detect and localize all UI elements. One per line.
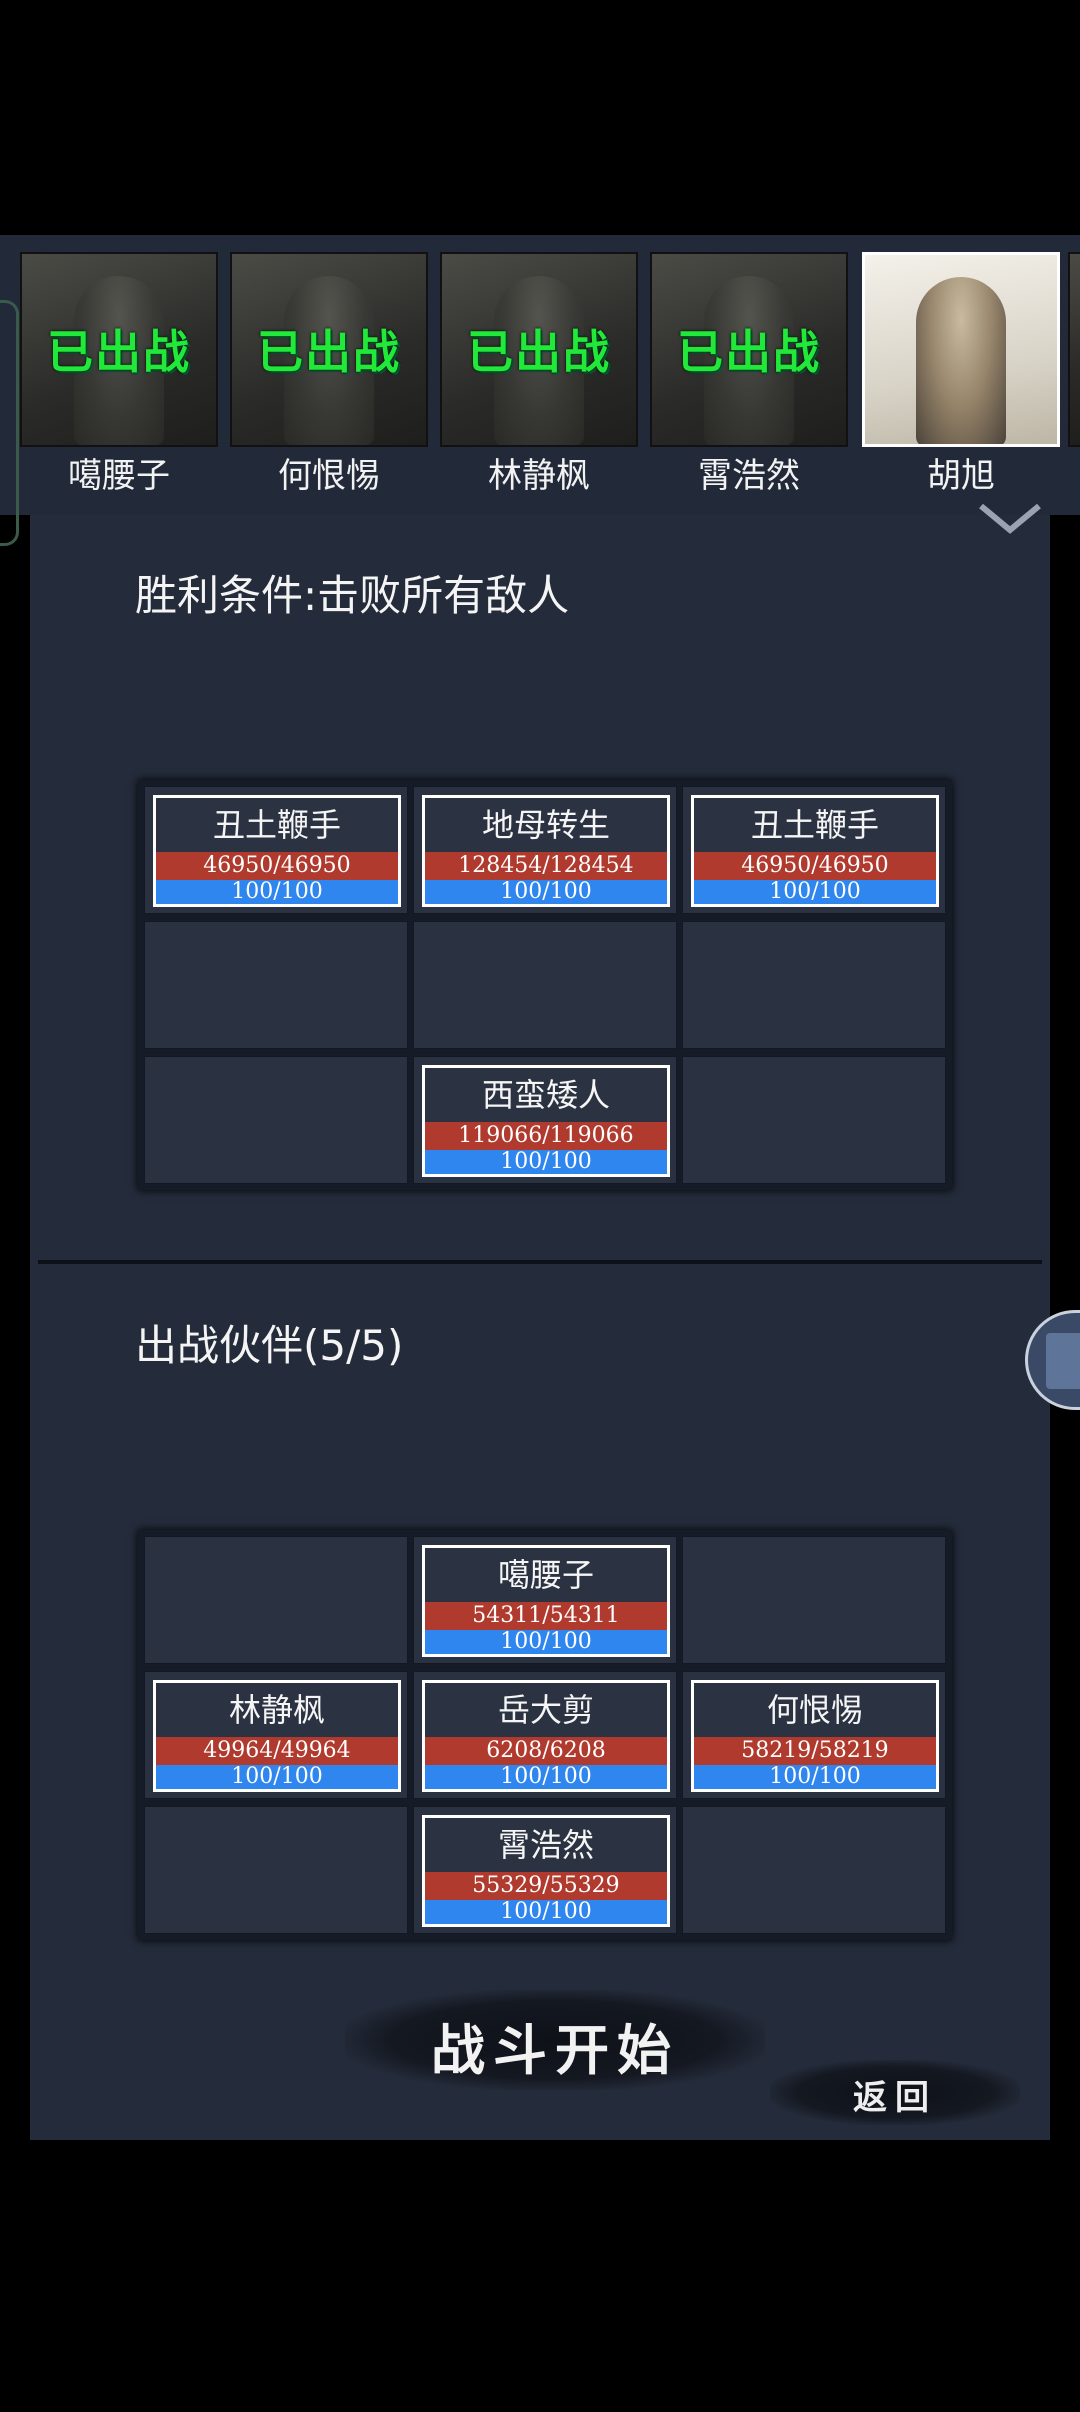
enemy-card[interactable]: 西蛮矮人 119066/119066 100/100 (422, 1065, 670, 1177)
empty-slot[interactable] (413, 921, 677, 1049)
empty-slot[interactable] (144, 921, 408, 1049)
enemy-slot[interactable]: 地母转生 128454/128454 100/100 (413, 786, 677, 914)
party-title: 出战伙伴(5/5) (135, 1321, 404, 1370)
empty-slot[interactable] (682, 921, 946, 1049)
party-card[interactable]: 何恨惕 58219/58219 100/100 (691, 1680, 939, 1792)
unit-name: 丑土鞭手 (750, 806, 879, 844)
empty-slot[interactable] (682, 1806, 946, 1934)
party-card[interactable]: 霄浩然 55329/55329 100/100 (422, 1815, 670, 1927)
hero-name: 胡旭 (927, 456, 995, 496)
hero-portrait-3[interactable]: 已出战 (440, 252, 638, 447)
hp-bar: 54311/54311 (425, 1602, 667, 1630)
mp-bar: 100/100 (425, 1900, 667, 1924)
hp-bar: 46950/46950 (694, 852, 936, 880)
enemy-slot[interactable]: 丑土鞭手 46950/46950 100/100 (144, 786, 408, 914)
enemy-slot[interactable]: 西蛮矮人 119066/119066 100/100 (413, 1056, 677, 1184)
unit-name: 丑土鞭手 (212, 806, 341, 844)
hp-bar: 58219/58219 (694, 1737, 936, 1765)
deployed-badge: 已出战 (467, 325, 611, 379)
victory-condition: 胜利条件:击败所有敌人 (135, 571, 570, 620)
hero-portrait-image (916, 277, 1006, 444)
mp-bar: 100/100 (156, 880, 398, 904)
hero-name: 噶腰子 (68, 456, 170, 496)
start-battle-button[interactable]: 战斗开始 (345, 1990, 765, 2090)
party-card[interactable]: 岳大剪 6208/6208 100/100 (422, 1680, 670, 1792)
mp-bar: 100/100 (156, 1765, 398, 1789)
enemy-card[interactable]: 地母转生 128454/128454 100/100 (422, 795, 670, 907)
deployed-badge: 已出战 (47, 325, 191, 379)
mp-bar: 100/100 (425, 880, 667, 904)
hero-name: 林静枫 (488, 456, 590, 496)
section-divider (38, 1260, 1042, 1264)
hp-bar: 128454/128454 (425, 852, 667, 880)
mp-bar: 100/100 (425, 1630, 667, 1654)
side-tab-inner (1046, 1333, 1080, 1389)
party-slot[interactable]: 岳大剪 6208/6208 100/100 (413, 1671, 677, 1799)
back-button[interactable]: 返回 (770, 2060, 1020, 2125)
hero-portrait-overflow[interactable] (1068, 252, 1080, 447)
hero-portrait-2[interactable]: 已出战 (230, 252, 428, 447)
hero-portrait-1[interactable]: 已出战 (20, 252, 218, 447)
mp-bar: 100/100 (694, 880, 936, 904)
unit-name: 岳大剪 (497, 1691, 594, 1729)
empty-slot[interactable] (144, 1536, 408, 1664)
hero-name: 何恨惕 (278, 456, 380, 496)
party-slot[interactable]: 林静枫 49964/49964 100/100 (144, 1671, 408, 1799)
unit-name: 霄浩然 (497, 1826, 594, 1864)
party-slot[interactable]: 噶腰子 54311/54311 100/100 (413, 1536, 677, 1664)
deployed-badge: 已出战 (677, 325, 821, 379)
mp-bar: 100/100 (425, 1150, 667, 1174)
hp-bar: 119066/119066 (425, 1122, 667, 1150)
hero-portrait-5[interactable] (862, 252, 1060, 447)
unit-name: 噶腰子 (497, 1556, 594, 1594)
hp-bar: 46950/46950 (156, 852, 398, 880)
unit-name: 何恨惕 (766, 1691, 863, 1729)
unit-name: 林静枫 (228, 1691, 325, 1729)
start-battle-label: 战斗开始 (431, 2018, 679, 2082)
party-slot[interactable]: 何恨惕 58219/58219 100/100 (682, 1671, 946, 1799)
hp-bar: 49964/49964 (156, 1737, 398, 1765)
chevron-down-icon[interactable] (975, 498, 1045, 538)
mp-bar: 100/100 (694, 1765, 936, 1789)
mp-bar: 100/100 (425, 1765, 667, 1789)
back-label: 返回 (853, 2078, 937, 2118)
empty-slot[interactable] (682, 1536, 946, 1664)
enemy-slot[interactable]: 丑土鞭手 46950/46950 100/100 (682, 786, 946, 914)
party-formation-grid: 噶腰子 54311/54311 100/100 林静枫 49964/49964 … (138, 1530, 952, 1940)
hero-portrait-4[interactable]: 已出战 (650, 252, 848, 447)
empty-slot[interactable] (144, 1806, 408, 1934)
left-drawer-handle[interactable] (0, 300, 19, 546)
empty-slot[interactable] (682, 1056, 946, 1184)
party-slot[interactable]: 霄浩然 55329/55329 100/100 (413, 1806, 677, 1934)
deployed-badge: 已出战 (257, 325, 401, 379)
empty-slot[interactable] (144, 1056, 408, 1184)
party-card[interactable]: 噶腰子 54311/54311 100/100 (422, 1545, 670, 1657)
unit-name: 西蛮矮人 (481, 1076, 610, 1114)
enemy-card[interactable]: 丑土鞭手 46950/46950 100/100 (691, 795, 939, 907)
hp-bar: 55329/55329 (425, 1872, 667, 1900)
party-card[interactable]: 林静枫 49964/49964 100/100 (153, 1680, 401, 1792)
hp-bar: 6208/6208 (425, 1737, 667, 1765)
enemy-card[interactable]: 丑土鞭手 46950/46950 100/100 (153, 795, 401, 907)
hero-name: 霄浩然 (698, 456, 800, 496)
unit-name: 地母转生 (481, 806, 610, 844)
enemy-formation-grid: 丑土鞭手 46950/46950 100/100 地母转生 128454/128… (138, 780, 952, 1190)
